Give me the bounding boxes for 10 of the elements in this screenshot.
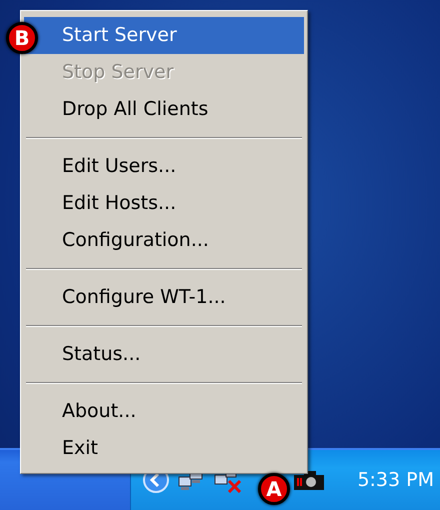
menu-item[interactable]: Status... — [24, 336, 304, 373]
menu-item[interactable]: Edit Hosts... — [24, 185, 304, 222]
camera-icon[interactable] — [293, 469, 325, 491]
menu-item[interactable]: About... — [24, 393, 304, 430]
callout-marker: B — [6, 22, 38, 54]
menu-item[interactable]: Configure WT-1... — [24, 279, 304, 316]
menu-item[interactable]: Exit — [24, 430, 304, 467]
menu-item[interactable]: Drop All Clients — [24, 91, 304, 128]
menu-item[interactable]: Edit Users... — [24, 148, 304, 185]
menu-item[interactable]: Configuration... — [24, 222, 304, 259]
